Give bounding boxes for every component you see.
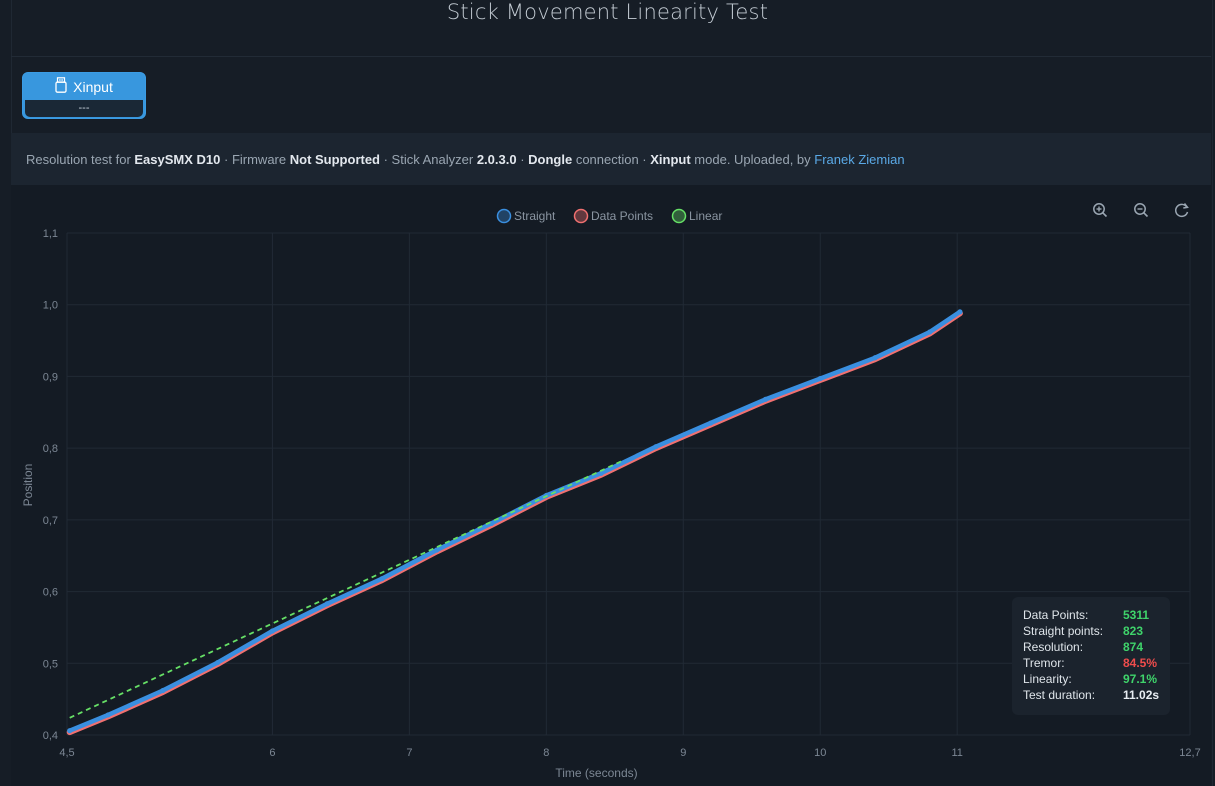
reset-zoom-button[interactable] [1171,199,1193,221]
straight-data-point [434,547,440,553]
straight-data-point [67,728,73,734]
y-axis-title: Position [21,464,35,507]
straight-data-point [379,576,385,582]
legend-swatch [671,208,687,224]
stat-value: 5311 [1123,608,1150,622]
y-tick-label: 0,5 [43,658,58,670]
linear-series-line [69,460,623,719]
reset-zoom-icon [1174,203,1189,218]
straight-data-point [215,659,221,666]
straight-data-point [762,396,769,402]
legend-swatch [496,208,512,224]
legend-label: Linear [689,209,722,223]
straight-data-point [105,712,111,718]
stat-value: 874 [1123,640,1144,654]
x-tick-label: 4,5 [59,747,74,759]
legend-item[interactable]: Data Points [573,208,654,224]
legend-label: Data Points [591,209,653,223]
stat-value: 823 [1123,624,1144,638]
legend-label: Straight [514,209,556,223]
zoom-out-icon [1134,203,1149,218]
zoom-in-icon [1093,203,1108,218]
zoom-out-button[interactable] [1130,199,1152,221]
stat-row: Test duration: 11.02s [1023,687,1170,703]
stat-row: Tremor: 84.5% [1023,655,1170,671]
x-tick-label: 9 [680,747,686,759]
chart-series [66,309,963,736]
stats-box: Data Points: 5311 Straight points: 823 Resol… [1012,597,1170,715]
y-tick-label: 0,7 [43,515,58,527]
y-tick-label: 0,8 [43,443,58,455]
legend-item[interactable]: Straight [496,208,557,224]
stat-row: Data Points: 5311 [1023,607,1170,623]
stat-label: Straight points: [1023,624,1104,638]
straight-data-point [872,355,878,361]
straight-series-line [67,309,963,733]
zoom-in-button[interactable] [1089,199,1111,221]
chart-legend[interactable]: Straight Data Points Linear [496,208,723,224]
x-tick-label: 6 [269,747,275,759]
straight-data-point [160,687,166,694]
x-tick-label: 12,7 [1179,747,1200,759]
stat-label: Test duration: [1023,688,1096,702]
stat-value: 84.5% [1123,656,1158,670]
x-tick-label: 11 [951,747,962,759]
stat-label: Linearity: [1023,672,1072,686]
y-tick-label: 1,0 [43,300,58,312]
y-tick-label: 1,1 [43,228,58,240]
stat-label: Tremor: [1023,656,1065,670]
stat-row: Linearity: 97.1% [1023,671,1170,687]
y-tick-label: 0,4 [43,730,58,742]
x-tick-label: 8 [543,747,549,759]
straight-data-point [817,375,823,382]
straight-data-point [708,420,714,426]
stat-value: 11.02s [1123,688,1160,702]
stat-label: Resolution: [1023,640,1084,654]
straight-data-point [269,628,276,634]
stat-row: Resolution: 874 [1023,639,1170,655]
straight-data-point [324,601,330,607]
straight-data-point [927,329,933,335]
x-tick-label: 10 [814,747,826,759]
straight-data-point [957,309,963,315]
x-axis-title: Time (seconds) [555,766,637,780]
y-tick-label: 0,9 [43,371,58,383]
stat-row: Straight points: 823 [1023,623,1170,639]
x-tick-label: 7 [406,747,412,759]
legend-swatch [573,208,589,224]
legend-item[interactable]: Linear [671,208,723,224]
straight-data-point [653,444,659,450]
stat-label: Data Points: [1023,608,1089,622]
stat-value: 97.1% [1123,672,1158,686]
y-tick-label: 0,6 [43,587,58,599]
